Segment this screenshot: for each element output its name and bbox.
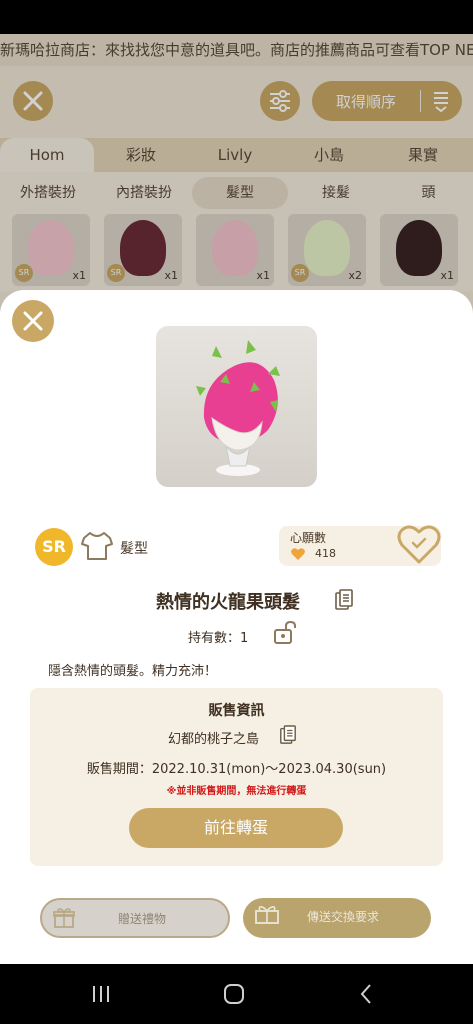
heart-icon [291, 548, 305, 560]
owned-count: 持有數：1 [188, 631, 249, 646]
item-preview-image [156, 326, 317, 487]
modal-close-button[interactable] [12, 300, 54, 342]
store-screen: 新瑪哈拉商店：來找找您中意的道具吧。商店的推薦商品可查看TOP NEW 取得順序… [0, 34, 473, 964]
shirt-icon [81, 532, 113, 560]
item-detail-modal: SR 髮型 心願數 418 熱情的火龍果頭髮 持有數：1 隱含熱情的頭髮。精力充… [0, 290, 473, 964]
status-bar [0, 0, 473, 34]
close-icon [23, 311, 43, 331]
sale-warning: ※並非販售期間，無法進行轉蛋 [166, 786, 307, 797]
rarity-badge: SR [35, 528, 73, 566]
send-gift-label: 贈送禮物 [118, 912, 167, 926]
unlock-icon[interactable] [272, 620, 298, 646]
system-nav-bar [0, 964, 473, 1024]
wish-count-value: 418 [315, 547, 336, 560]
go-to-gacha-button[interactable]: 前往轉蛋 [129, 808, 343, 848]
sale-period: 販售期間：2022.10.31(mon)～2023.04.30(sun) [86, 762, 387, 777]
copy-island-icon[interactable] [279, 725, 297, 745]
back-button[interactable] [351, 982, 381, 1006]
home-icon [224, 984, 244, 1004]
send-gift-button[interactable]: 贈送禮物 [40, 898, 230, 938]
send-trade-request-label: 傳送交換要求 [307, 910, 380, 924]
trade-icon [255, 906, 279, 924]
back-icon [360, 984, 371, 1004]
recent-apps-icon [93, 986, 109, 1002]
wish-count-label: 心願數 [290, 531, 327, 545]
sale-info-title: 販售資訊 [208, 703, 265, 719]
wish-heart-button[interactable] [396, 522, 442, 566]
gift-icon [53, 908, 75, 928]
sale-info-box: 販售資訊 幻都的桃子之島 販售期間：2022.10.31(mon)～2023.0… [30, 688, 443, 866]
item-description: 隱含熱情的頭髮。精力充沛！ [48, 664, 218, 679]
dragonfruit-hair-image [196, 340, 280, 476]
recent-apps-button[interactable] [86, 982, 116, 1006]
home-button[interactable] [219, 982, 249, 1006]
item-type-label: 髮型 [120, 541, 148, 557]
send-trade-request-button[interactable]: 傳送交換要求 [243, 898, 431, 938]
item-name: 熱情的火龍果頭髮 [156, 592, 300, 613]
sale-island-name: 幻都的桃子之島 [168, 732, 260, 747]
copy-name-icon[interactable] [334, 589, 354, 611]
